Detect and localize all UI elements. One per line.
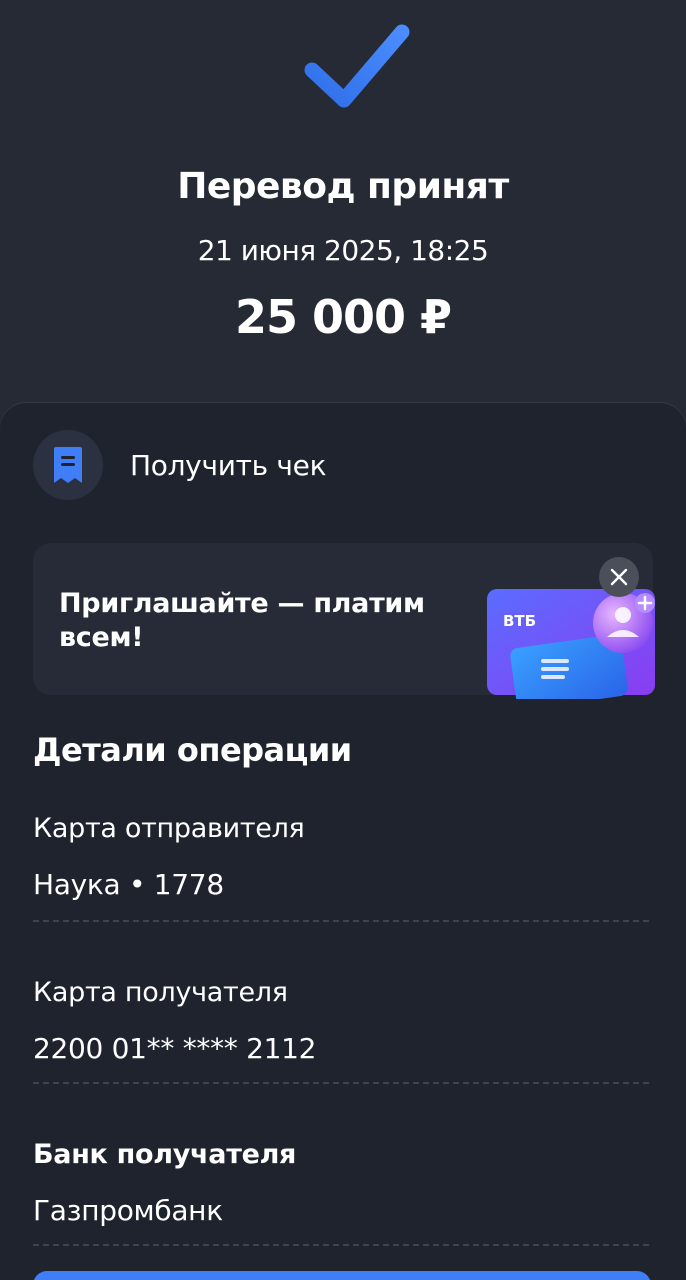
transfer-amount: 25 000 ₽ bbox=[234, 290, 452, 344]
checkmark-icon bbox=[304, 24, 410, 108]
get-receipt-label: Получить чек bbox=[130, 448, 327, 482]
status-title: Перевод принят bbox=[177, 166, 509, 207]
get-receipt-button[interactable]: Получить чек bbox=[33, 430, 653, 500]
promo-banner[interactable]: Приглашайте — платим всем! ВТБ bbox=[33, 543, 655, 699]
divider bbox=[33, 1082, 649, 1084]
close-icon[interactable] bbox=[599, 557, 639, 597]
sender-card-detail: Карта отправителя Наука • 1778 bbox=[33, 813, 649, 901]
transfer-datetime: 21 июня 2025, 18:25 bbox=[197, 234, 489, 267]
recipient-bank-label: Банк получателя bbox=[33, 1139, 297, 1170]
details-title: Детали операции bbox=[33, 731, 352, 769]
sender-card-value: Наука • 1778 bbox=[33, 868, 224, 901]
primary-action-button[interactable] bbox=[33, 1271, 651, 1280]
sender-card-label: Карта отправителя bbox=[33, 813, 305, 844]
details-sheet: Получить чек Приглашайте — платим всем! bbox=[0, 403, 686, 1280]
recipient-card-detail: Карта получателя 2200 01** **** 2112 bbox=[33, 977, 649, 1065]
recipient-card-value: 2200 01** **** 2112 bbox=[33, 1032, 317, 1065]
divider bbox=[33, 1244, 649, 1246]
divider bbox=[33, 920, 649, 922]
recipient-card-label: Карта получателя bbox=[33, 977, 288, 1008]
transfer-success-screen: Перевод принят 21 июня 2025, 18:25 25 00… bbox=[0, 0, 686, 1280]
promo-bank-logo: ВТБ bbox=[503, 612, 536, 630]
recipient-bank-detail: Банк получателя Газпромбанк bbox=[33, 1139, 649, 1227]
promo-text: Приглашайте — платим всем! bbox=[59, 588, 425, 653]
receipt-icon bbox=[33, 430, 103, 500]
recipient-bank-value: Газпромбанк bbox=[33, 1194, 223, 1227]
